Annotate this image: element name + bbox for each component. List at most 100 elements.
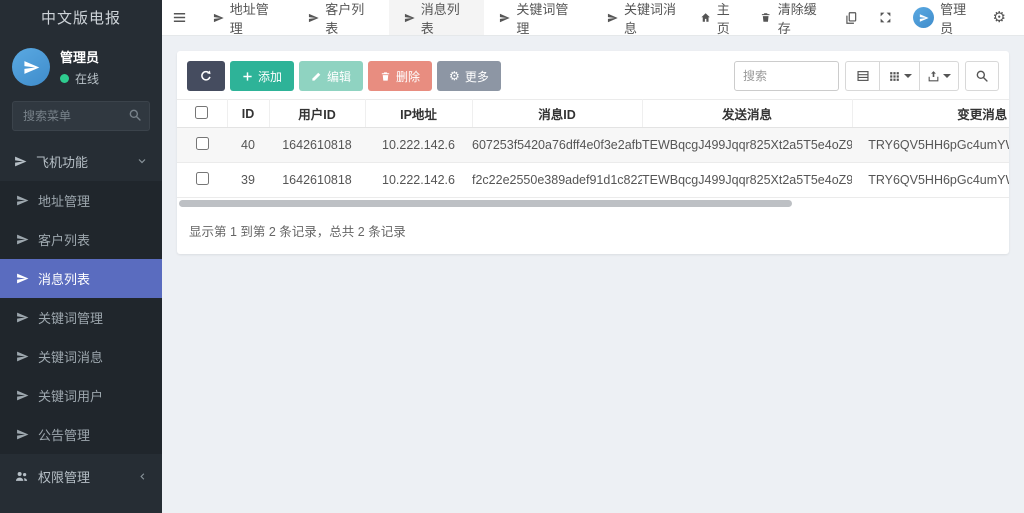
row-checkbox[interactable]: [196, 172, 209, 185]
user-menu-label: 管理员: [940, 0, 971, 37]
sidebar-group-permissions[interactable]: 权限管理: [0, 454, 162, 498]
col-header-user-id: 用户ID: [269, 100, 365, 128]
sidebar-item-address[interactable]: 地址管理: [0, 181, 162, 220]
sidebar-item-label: 客户列表: [38, 230, 90, 249]
sidebar-item-label: 公告管理: [38, 425, 90, 444]
copy-button[interactable]: [844, 11, 858, 25]
table-view-buttons: [845, 61, 959, 91]
sidebar-menu: 飞机功能 地址管理 客户列表 消息列表 关键词管理: [0, 141, 162, 498]
scrollbar-thumb[interactable]: [179, 200, 792, 207]
paper-plane-icon: [499, 12, 510, 24]
more-button[interactable]: ⚙ 更多: [437, 61, 501, 91]
fullscreen-button[interactable]: [879, 11, 892, 24]
sidebar-item-messages[interactable]: 消息列表: [0, 259, 162, 298]
export-icon: [927, 70, 940, 83]
paper-plane-icon: [919, 13, 929, 23]
online-status-dot: [60, 74, 69, 83]
refresh-button[interactable]: [187, 61, 225, 91]
main-area: 地址管理 客户列表 消息列表 关键词管理 关键词消息 主页: [162, 0, 1024, 513]
online-status-label: 在线: [75, 70, 99, 87]
toggle-view-button[interactable]: [845, 61, 879, 91]
settings-button[interactable]: ⚙: [993, 10, 1006, 25]
tab-label: 关键词管理: [516, 0, 577, 37]
cell-changed: TRY6QV5HH6pGc4umYWQEA3orXcmH: [852, 163, 1009, 198]
fullscreen-icon: [879, 11, 892, 24]
toolbar-right: [734, 61, 999, 91]
sidebar-item-clients[interactable]: 客户列表: [0, 220, 162, 259]
table-row[interactable]: 40 1642610818 10.222.142.6 607253f5420a7…: [177, 128, 1009, 163]
table-scroll-area[interactable]: ID 用户ID IP地址 消息ID 发送消息 变更消息 40: [177, 99, 1009, 198]
chevron-down-icon: [136, 155, 148, 167]
sidebar-group-label: 权限管理: [38, 467, 90, 486]
edit-button-label: 编辑: [327, 68, 351, 85]
add-button[interactable]: 添加: [230, 61, 294, 91]
sidebar-item-keyword-manage[interactable]: 关键词管理: [0, 298, 162, 337]
columns-icon: [888, 70, 901, 83]
paper-plane-icon: [404, 12, 415, 24]
user-panel: 管理员 在线: [0, 37, 162, 99]
search-button[interactable]: [965, 61, 999, 91]
messages-table: ID 用户ID IP地址 消息ID 发送消息 变更消息 40: [177, 99, 1009, 198]
tab-label: 关键词消息: [624, 0, 685, 37]
gear-icon: ⚙: [449, 70, 460, 82]
search-icon: [128, 108, 142, 122]
table-toolbar: 添加 编辑 删除 ⚙ 更多: [177, 61, 1009, 99]
sidebar-item-keyword-messages[interactable]: 关键词消息: [0, 337, 162, 376]
sidebar-group-plane[interactable]: 飞机功能: [0, 141, 162, 181]
tab-address[interactable]: 地址管理: [198, 0, 294, 35]
horizontal-scrollbar[interactable]: [179, 200, 1007, 207]
paper-plane-icon: [16, 233, 29, 246]
paper-plane-icon: [16, 272, 29, 285]
sidebar-submenu: 地址管理 客户列表 消息列表 关键词管理 关键词消息: [0, 181, 162, 454]
col-header-sent: 发送消息: [642, 100, 852, 128]
more-button-label: 更多: [465, 68, 489, 85]
sidebar-item-announcements[interactable]: 公告管理: [0, 415, 162, 454]
hamburger-icon: [172, 10, 187, 25]
tab-messages[interactable]: 消息列表: [389, 0, 485, 35]
delete-button[interactable]: 删除: [368, 61, 432, 91]
plus-icon: [242, 71, 253, 82]
cell-sent: TEWBqcgJ499Jqqr825Xt2a5T5e4oZ9uiMa: [642, 128, 852, 163]
app-window: 中文版电报 管理员 在线 飞机功能: [0, 0, 1024, 513]
user-menu[interactable]: 管理员: [913, 0, 971, 37]
home-link[interactable]: 主页: [700, 0, 740, 37]
cogs-icon: ⚙: [993, 10, 1006, 25]
sidebar: 中文版电报 管理员 在线 飞机功能: [0, 0, 162, 513]
col-header-msg-id: 消息ID: [472, 100, 642, 128]
tab-keyword-messages[interactable]: 关键词消息: [592, 0, 700, 35]
pencil-icon: [311, 71, 322, 82]
edit-button[interactable]: 编辑: [299, 61, 363, 91]
page-content: 添加 编辑 删除 ⚙ 更多: [162, 36, 1024, 513]
row-checkbox[interactable]: [196, 137, 209, 150]
table-row[interactable]: 39 1642610818 10.222.142.6 f2c22e2550e38…: [177, 163, 1009, 198]
cell-changed: TRY6QV5HH6pGc4umYWQEA3orXcmH: [852, 128, 1009, 163]
tab-clients[interactable]: 客户列表: [293, 0, 389, 35]
cell-user-id: 1642610818: [269, 128, 365, 163]
export-button[interactable]: [919, 61, 959, 91]
top-navbar: 地址管理 客户列表 消息列表 关键词管理 关键词消息 主页: [162, 0, 1024, 36]
cell-msg-id: 607253f5420a76dff4e0f3e2afb26bb3: [472, 128, 642, 163]
col-header-id: ID: [227, 100, 269, 128]
sidebar-item-label: 关键词管理: [38, 308, 103, 327]
select-all-checkbox[interactable]: [195, 106, 208, 119]
add-button-label: 添加: [258, 68, 282, 85]
user-avatar: [913, 7, 934, 28]
clear-cache-link[interactable]: 清除缓存: [760, 0, 823, 37]
tab-label: 客户列表: [325, 0, 373, 37]
record-summary: 显示第 1 到第 2 条记录，总共 2 条记录: [177, 207, 1009, 242]
paper-plane-icon: [308, 12, 319, 24]
paper-plane-icon: [14, 155, 27, 168]
table-header-row: ID 用户ID IP地址 消息ID 发送消息 变更消息: [177, 100, 1009, 128]
paper-plane-icon: [16, 311, 29, 324]
paper-plane-icon: [16, 428, 29, 441]
tab-keyword-manage[interactable]: 关键词管理: [484, 0, 592, 35]
copy-icon: [844, 11, 858, 25]
caret-down-icon: [904, 74, 912, 82]
paper-plane-icon: [607, 12, 618, 24]
table-search-input[interactable]: [734, 61, 839, 91]
sidebar-toggle-button[interactable]: [162, 0, 198, 35]
sidebar-item-keyword-users[interactable]: 关键词用户: [0, 376, 162, 415]
columns-button[interactable]: [879, 61, 919, 91]
clear-cache-label: 清除缓存: [778, 0, 823, 37]
home-icon: [700, 11, 711, 24]
